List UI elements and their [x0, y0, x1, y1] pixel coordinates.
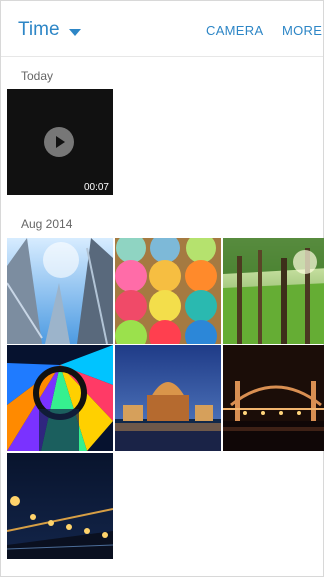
bridge-night-image — [223, 345, 324, 451]
photo-thumbnail[interactable] — [7, 453, 113, 559]
view-mode-dropdown[interactable]: Time — [18, 19, 60, 41]
waterfront-lights-image — [7, 453, 113, 559]
yarn-balls-image — [115, 238, 221, 344]
video-duration: 00:07 — [83, 182, 109, 193]
view-mode-label: Time — [18, 19, 60, 40]
camera-button[interactable]: CAMERA — [206, 23, 263, 38]
photo-thumbnail[interactable] — [115, 345, 221, 451]
stained-glass-image — [7, 345, 113, 451]
top-app-bar: Time CAMERA MORE — [1, 1, 323, 57]
dropdown-caret-icon[interactable] — [69, 29, 81, 36]
gallery-app: Time CAMERA MORE Today 00:07 Aug 2014 — [0, 0, 324, 577]
section-label-today: Today — [21, 69, 54, 83]
palace-night-image — [115, 345, 221, 451]
skyscrapers-image — [7, 238, 113, 344]
play-icon[interactable] — [44, 127, 74, 157]
photo-thumbnail[interactable] — [7, 238, 113, 344]
forest-image — [223, 238, 324, 344]
section-label-aug-2014: Aug 2014 — [21, 217, 73, 231]
photo-thumbnail[interactable] — [223, 238, 324, 344]
camera-label: CAMERA — [206, 23, 264, 38]
photo-thumbnail[interactable] — [7, 345, 113, 451]
video-thumbnail[interactable]: 00:07 — [7, 89, 113, 195]
photo-thumbnail[interactable] — [223, 345, 324, 451]
more-button[interactable]: MORE — [282, 23, 322, 38]
more-label: MORE — [282, 23, 323, 38]
photo-thumbnail[interactable] — [115, 238, 221, 344]
